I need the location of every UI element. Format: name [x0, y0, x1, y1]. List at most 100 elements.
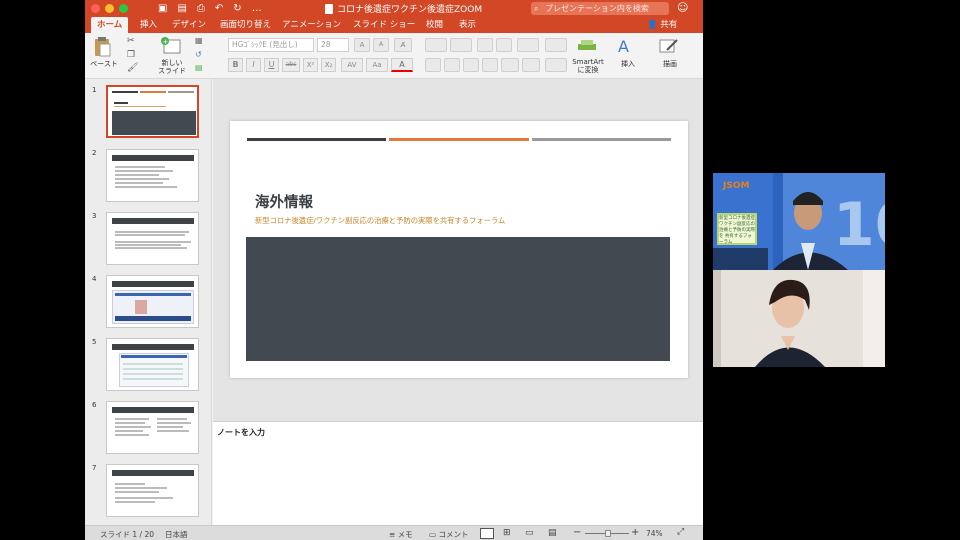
- save-icon[interactable]: ▤: [177, 3, 186, 14]
- slideshow-icon[interactable]: ▤: [548, 528, 562, 539]
- search-input[interactable]: ⌕ プレゼンテーション内を検索: [531, 2, 669, 15]
- copy-icon[interactable]: ❐: [127, 50, 135, 60]
- paste-button[interactable]: [93, 36, 111, 58]
- vertical-align-icon[interactable]: [545, 58, 567, 72]
- numbering-icon[interactable]: [450, 38, 472, 52]
- sidebar-toggle-icon[interactable]: ▣: [158, 3, 167, 14]
- bullets-icon[interactable]: [425, 38, 447, 52]
- text-direction-icon[interactable]: [501, 58, 519, 72]
- tab-review[interactable]: 校閲: [426, 17, 443, 33]
- font-name-select[interactable]: HGｺﾞｼｯｸE (見出し): [228, 38, 314, 52]
- decrease-indent-icon[interactable]: [477, 38, 493, 52]
- tab-view[interactable]: 表示: [459, 17, 476, 33]
- font-size-select[interactable]: 28: [317, 38, 349, 52]
- format-painter-icon[interactable]: 🖌: [127, 63, 138, 73]
- layout-icon[interactable]: ▦: [195, 36, 203, 45]
- print-icon[interactable]: ⎙: [197, 3, 205, 14]
- draw-icon[interactable]: [659, 38, 679, 54]
- italic-button[interactable]: I: [246, 58, 261, 72]
- notes-toggle[interactable]: ≡ メモ: [389, 529, 413, 540]
- bold-button[interactable]: B: [228, 58, 243, 72]
- reading-view-icon[interactable]: ▭: [525, 528, 539, 539]
- superscript-button[interactable]: X²: [303, 58, 318, 72]
- clear-formatting-icon[interactable]: A̸: [394, 38, 412, 52]
- quick-access-toolbar: ▣ ▤ ⎙ ↶ ↻ …: [158, 3, 262, 14]
- cut-icon[interactable]: ✂: [127, 36, 135, 46]
- justify-icon[interactable]: [482, 58, 498, 72]
- insert-label: 挿入: [621, 60, 635, 68]
- close-window-button[interactable]: [91, 4, 100, 13]
- document-title-text: コロナ後遺症ワクチン後遺症ZOOM: [337, 5, 483, 15]
- accent-bar-dark: [247, 138, 386, 141]
- shrink-font-icon[interactable]: A: [373, 38, 389, 52]
- undo-icon[interactable]: ↶: [215, 3, 223, 14]
- new-slide-button[interactable]: +: [160, 36, 182, 56]
- slide-title[interactable]: 海外情報: [255, 191, 313, 212]
- align-right-icon[interactable]: [463, 58, 479, 72]
- font-color-icon[interactable]: A: [391, 58, 413, 72]
- slides-panel: 1 2 3 4 5 6 7: [85, 79, 212, 525]
- ribbon-tabs: ホーム 挿入 デザイン 画面切り替え アニメーション スライド ショー 校閲 表…: [85, 17, 703, 33]
- subscript-button[interactable]: X₂: [321, 58, 336, 72]
- notes-pane[interactable]: ノートを入力: [213, 421, 703, 525]
- slide-thumbnail-6[interactable]: [106, 401, 199, 454]
- slide-thumbnail-5[interactable]: [106, 338, 199, 391]
- strikethrough-button[interactable]: abc: [282, 58, 300, 72]
- current-slide[interactable]: 海外情報 新型コロナ後遺症/ワクチン副反応の治療と予防の実際を共有するフォーラム: [230, 121, 688, 378]
- comments-toggle[interactable]: ▭ コメント: [429, 529, 468, 540]
- tab-slideshow[interactable]: スライド ショー: [353, 17, 415, 33]
- new-slide-label-1: 新しい: [161, 59, 183, 67]
- smartart-icon[interactable]: [577, 37, 597, 51]
- tab-insert[interactable]: 挿入: [140, 17, 157, 33]
- align-text-icon[interactable]: [522, 58, 540, 72]
- language-indicator[interactable]: 日本語: [165, 529, 188, 540]
- notes-toggle-label: メモ: [397, 530, 413, 539]
- zoom-level[interactable]: 74%: [646, 529, 663, 538]
- slide-thumbnail-1[interactable]: [106, 85, 199, 138]
- reset-icon[interactable]: ↺: [195, 50, 202, 59]
- columns-icon[interactable]: [545, 38, 567, 52]
- add-person-icon: 👤: [647, 20, 658, 30]
- slide-number: 1: [92, 86, 97, 94]
- change-case-icon[interactable]: Aa: [366, 58, 388, 72]
- align-left-icon[interactable]: [425, 58, 441, 72]
- slide-sorter-icon[interactable]: ⊞: [503, 528, 517, 539]
- slide-number: 3: [92, 212, 97, 220]
- participant-2-feed: [713, 270, 885, 367]
- zoom-out-icon[interactable]: −: [573, 527, 581, 538]
- align-center-icon[interactable]: [444, 58, 460, 72]
- slide-number: 4: [92, 275, 97, 283]
- feedback-smiley-icon[interactable]: ☺: [677, 1, 688, 14]
- status-bar: スライド 1 / 20 日本語 ≡ メモ ▭ コメント ⊞ ▭ ▤ − + 74…: [85, 525, 703, 540]
- grow-font-icon[interactable]: A: [354, 38, 370, 52]
- slide-number: 2: [92, 149, 97, 157]
- tab-animations[interactable]: アニメーション: [282, 17, 341, 33]
- more-icon[interactable]: …: [252, 3, 262, 14]
- tab-design[interactable]: デザイン: [172, 17, 206, 33]
- redo-icon[interactable]: ↻: [233, 3, 241, 14]
- fit-to-window-icon[interactable]: ⤢: [677, 527, 684, 537]
- line-spacing-icon[interactable]: [517, 38, 539, 52]
- section-icon[interactable]: ▤: [195, 63, 203, 72]
- slide-thumbnail-4[interactable]: [106, 275, 199, 328]
- participant-video-1: 10 JSOM 新型コロナ後遺症 ワクチン副反応の 治療と予防の実際を 共有する…: [713, 173, 885, 270]
- zoom-in-icon[interactable]: +: [631, 527, 639, 538]
- share-button[interactable]: 👤 共有: [647, 17, 677, 33]
- minimize-window-button[interactable]: [105, 4, 114, 13]
- slide-subtitle[interactable]: 新型コロナ後遺症/ワクチン副反応の治療と予防の実際を共有するフォーラム: [255, 216, 505, 226]
- zoom-slider-knob[interactable]: [605, 530, 611, 537]
- underline-button[interactable]: U: [264, 58, 279, 72]
- insert-shapes-icon[interactable]: A: [618, 37, 629, 56]
- maximize-window-button[interactable]: [119, 4, 128, 13]
- tab-home[interactable]: ホーム: [91, 17, 129, 33]
- slide-dark-banner: [246, 237, 670, 361]
- normal-view-button[interactable]: [480, 528, 494, 539]
- increase-indent-icon[interactable]: [496, 38, 512, 52]
- forum-sign-text: 新型コロナ後遺症 ワクチン副反応の 治療と予防の実際を 共有するフォーラム: [719, 216, 755, 245]
- slide-thumbnail-3[interactable]: [106, 212, 199, 265]
- tab-transitions[interactable]: 画面切り替え: [220, 17, 271, 33]
- slide-thumbnail-7[interactable]: [106, 464, 199, 517]
- slide-thumbnail-2[interactable]: [106, 149, 199, 202]
- draw-label: 描画: [663, 60, 677, 68]
- character-spacing-icon[interactable]: AV: [341, 58, 363, 72]
